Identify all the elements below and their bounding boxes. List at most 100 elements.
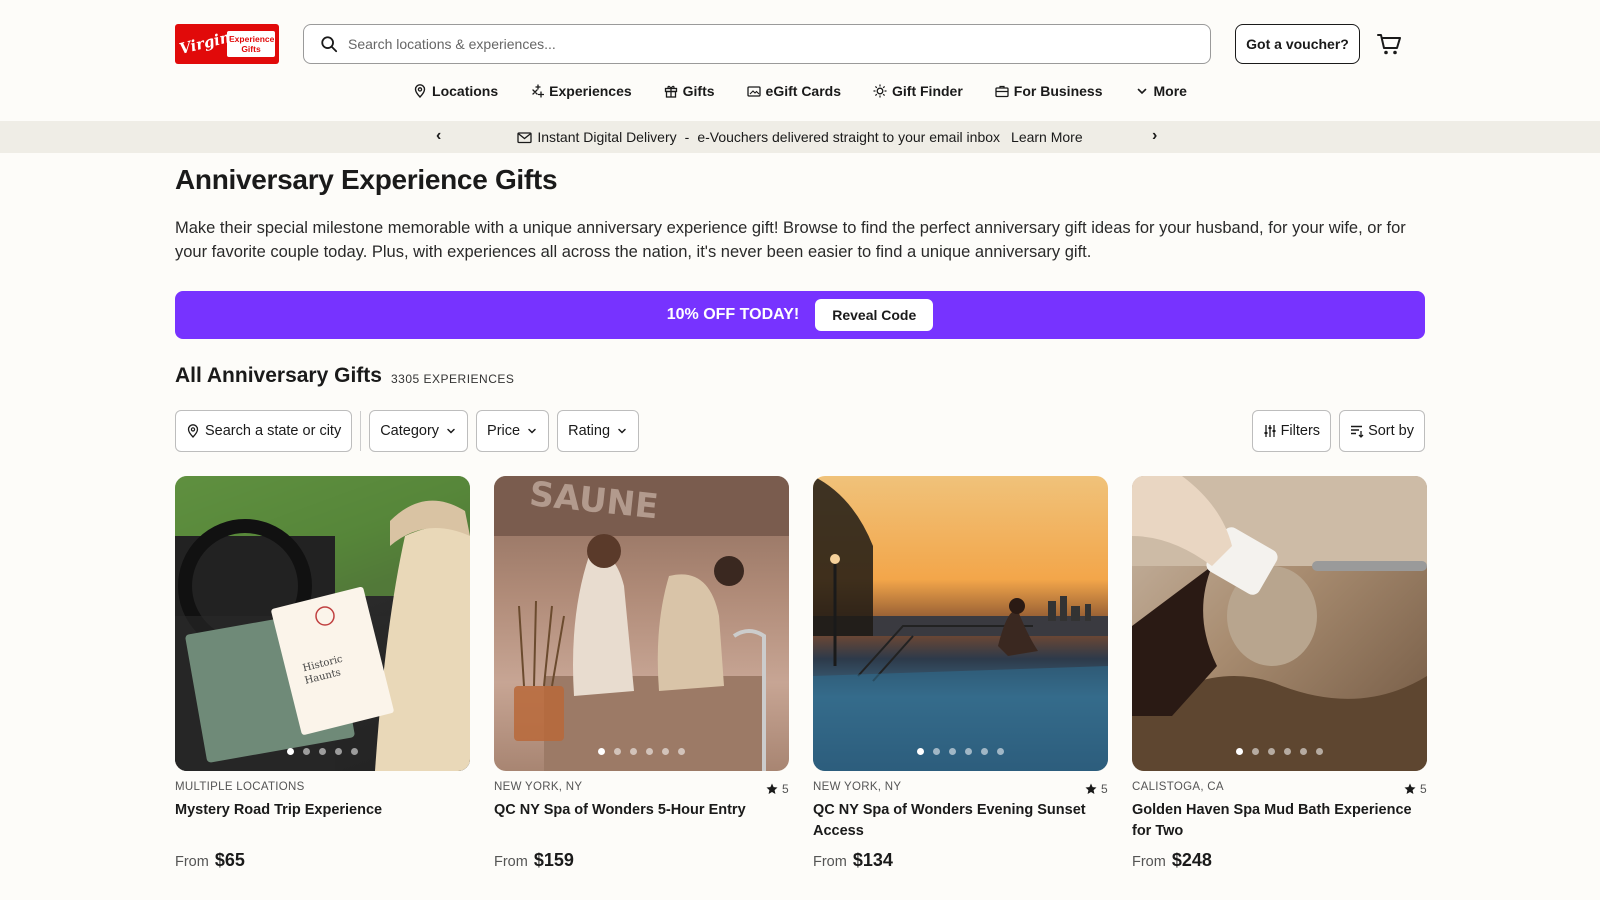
carousel-dot[interactable]: [1316, 748, 1323, 755]
product-grid: Historic Haunts MULTIPLE LOCATIONS Myste…: [175, 476, 1427, 871]
carousel-dots[interactable]: [175, 748, 470, 755]
voucher-button[interactable]: Got a voucher?: [1235, 24, 1360, 64]
carousel-dot[interactable]: [662, 748, 669, 755]
nav-item-locations[interactable]: Locations: [413, 78, 498, 104]
rating-filter[interactable]: Rating: [557, 410, 640, 452]
card-rating: 5: [1085, 781, 1108, 797]
carousel-dot[interactable]: [287, 748, 294, 755]
price-value: $134: [852, 850, 893, 870]
page-title: Anniversary Experience Gifts: [175, 164, 558, 195]
card-location: CALISTOGA, CA: [1132, 781, 1224, 793]
learn-more-link[interactable]: Learn More: [1011, 129, 1083, 145]
price-filter[interactable]: Price: [476, 410, 550, 452]
carousel-dot[interactable]: [997, 748, 1004, 755]
nav-item-more[interactable]: More: [1135, 78, 1187, 104]
carousel-dot[interactable]: [965, 748, 972, 755]
product-image[interactable]: Historic Haunts: [175, 476, 470, 771]
card-price: From $248: [1132, 850, 1427, 871]
card-title[interactable]: QC NY Spa of Wonders Evening Sunset Acce…: [813, 800, 1108, 844]
carousel-dots[interactable]: [1132, 748, 1427, 755]
product-card[interactable]: CALISTOGA, CA 5 Golden Haven Spa Mud Bat…: [1132, 476, 1427, 871]
filter-divider: [360, 411, 362, 451]
cart-icon[interactable]: [1376, 31, 1402, 57]
carousel-dot[interactable]: [981, 748, 988, 755]
carousel-dots[interactable]: [813, 748, 1108, 755]
card-meta: NEW YORK, NY 5: [813, 781, 1108, 797]
search-bar[interactable]: [303, 24, 1211, 64]
carousel-dot[interactable]: [678, 748, 685, 755]
product-card[interactable]: Historic Haunts MULTIPLE LOCATIONS Myste…: [175, 476, 470, 871]
mail-icon: [517, 131, 533, 143]
carousel-dot[interactable]: [1300, 748, 1307, 755]
product-image[interactable]: SAUNE: [494, 476, 789, 771]
nav-label: Experiences: [549, 83, 632, 99]
search-input[interactable]: [348, 36, 1188, 52]
carousel-dot[interactable]: [598, 748, 605, 755]
card-meta: NEW YORK, NY 5: [494, 781, 789, 797]
nav-label: More: [1153, 83, 1187, 99]
carousel-dot[interactable]: [1268, 748, 1275, 755]
card-title[interactable]: Mystery Road Trip Experience: [175, 800, 470, 844]
carousel-dot[interactable]: [335, 748, 342, 755]
carousel-dot[interactable]: [933, 748, 940, 755]
carousel-dot[interactable]: [351, 748, 358, 755]
carousel-dot[interactable]: [917, 748, 924, 755]
carousel-dots[interactable]: [494, 748, 789, 755]
nav-item-for-business[interactable]: For Business: [995, 78, 1103, 104]
strip-next-arrow[interactable]: ›: [1152, 127, 1157, 145]
page-description: Make their special milestone memorable w…: [175, 219, 1406, 261]
carousel-dot[interactable]: [1284, 748, 1291, 755]
nav-item-egift-cards[interactable]: eGift Cards: [746, 78, 841, 104]
virgin-logo[interactable]: Virgin Experience Gifts: [175, 24, 279, 64]
carousel-dot[interactable]: [949, 748, 956, 755]
strip-prev-arrow[interactable]: ‹: [436, 127, 441, 145]
sort-button[interactable]: Sort by: [1339, 410, 1425, 452]
carousel-dot[interactable]: [614, 748, 621, 755]
price-prefix: From: [813, 854, 847, 870]
site-header: Virgin Experience Gifts Got a voucher? L…: [0, 0, 1600, 120]
location-filter[interactable]: Search a state or city: [175, 410, 353, 452]
carousel-dot[interactable]: [646, 748, 653, 755]
card-title[interactable]: Golden Haven Spa Mud Bath Experience for…: [1132, 800, 1427, 844]
filter-bar: Search a state or city Category Price Ra…: [175, 410, 647, 452]
product-card[interactable]: NEW YORK, NY 5 QC NY Spa of Wonders Even…: [813, 476, 1108, 871]
nav-item-gifts[interactable]: Gifts: [664, 78, 715, 104]
carousel-dot[interactable]: [303, 748, 310, 755]
road-trip-illustration: Historic Haunts: [175, 476, 470, 771]
nav-label: Gifts: [682, 83, 715, 99]
carousel-dot[interactable]: [630, 748, 637, 755]
filters-label: Filters: [1280, 423, 1321, 439]
mud-bath-illustration: [1132, 476, 1427, 771]
category-filter[interactable]: Category: [369, 410, 469, 452]
carousel-dot[interactable]: [1236, 748, 1243, 755]
product-image[interactable]: [813, 476, 1108, 771]
star-icon: [1085, 783, 1097, 794]
card-location: MULTIPLE LOCATIONS: [175, 781, 305, 793]
carousel-dot[interactable]: [319, 748, 326, 755]
card-icon: [746, 86, 761, 97]
experience-count: 3305 EXPERIENCES: [391, 372, 515, 386]
card-title[interactable]: QC NY Spa of Wonders 5-Hour Entry: [494, 800, 789, 844]
chevron-down-icon: [618, 428, 626, 434]
price-value: $248: [1171, 850, 1212, 870]
promo-strip: ‹ Instant Digital Delivery - e-Vouchers …: [0, 121, 1600, 153]
reveal-code-button[interactable]: Reveal Code: [815, 299, 934, 331]
price-prefix: From: [1132, 854, 1166, 870]
discount-text: 10% OFF TODAY!: [666, 306, 800, 323]
filters-button[interactable]: Filters: [1251, 410, 1332, 452]
product-image[interactable]: [1132, 476, 1427, 771]
spa-illustration: SAUNE: [494, 476, 789, 771]
sort-icon: [1351, 425, 1364, 438]
category-filter-label: Category: [380, 423, 440, 439]
strip-separator: -: [684, 129, 690, 145]
product-card[interactable]: SAUNE NEW YORK, NY 5 QC NY Spa of Wonder…: [494, 476, 789, 871]
nav-item-experiences[interactable]: Experiences: [530, 78, 632, 104]
carousel-dot[interactable]: [1252, 748, 1259, 755]
location-filter-label: Search a state or city: [205, 423, 342, 439]
nav-item-gift-finder[interactable]: Gift Finder: [873, 78, 963, 104]
chevron-down-icon: [1137, 88, 1146, 95]
listing-title: All Anniversary Gifts: [175, 364, 382, 387]
card-rating: 5: [1404, 781, 1427, 797]
card-price: From $134: [813, 850, 1108, 871]
strip-text: e-Vouchers delivered straight to your em…: [697, 129, 1001, 145]
